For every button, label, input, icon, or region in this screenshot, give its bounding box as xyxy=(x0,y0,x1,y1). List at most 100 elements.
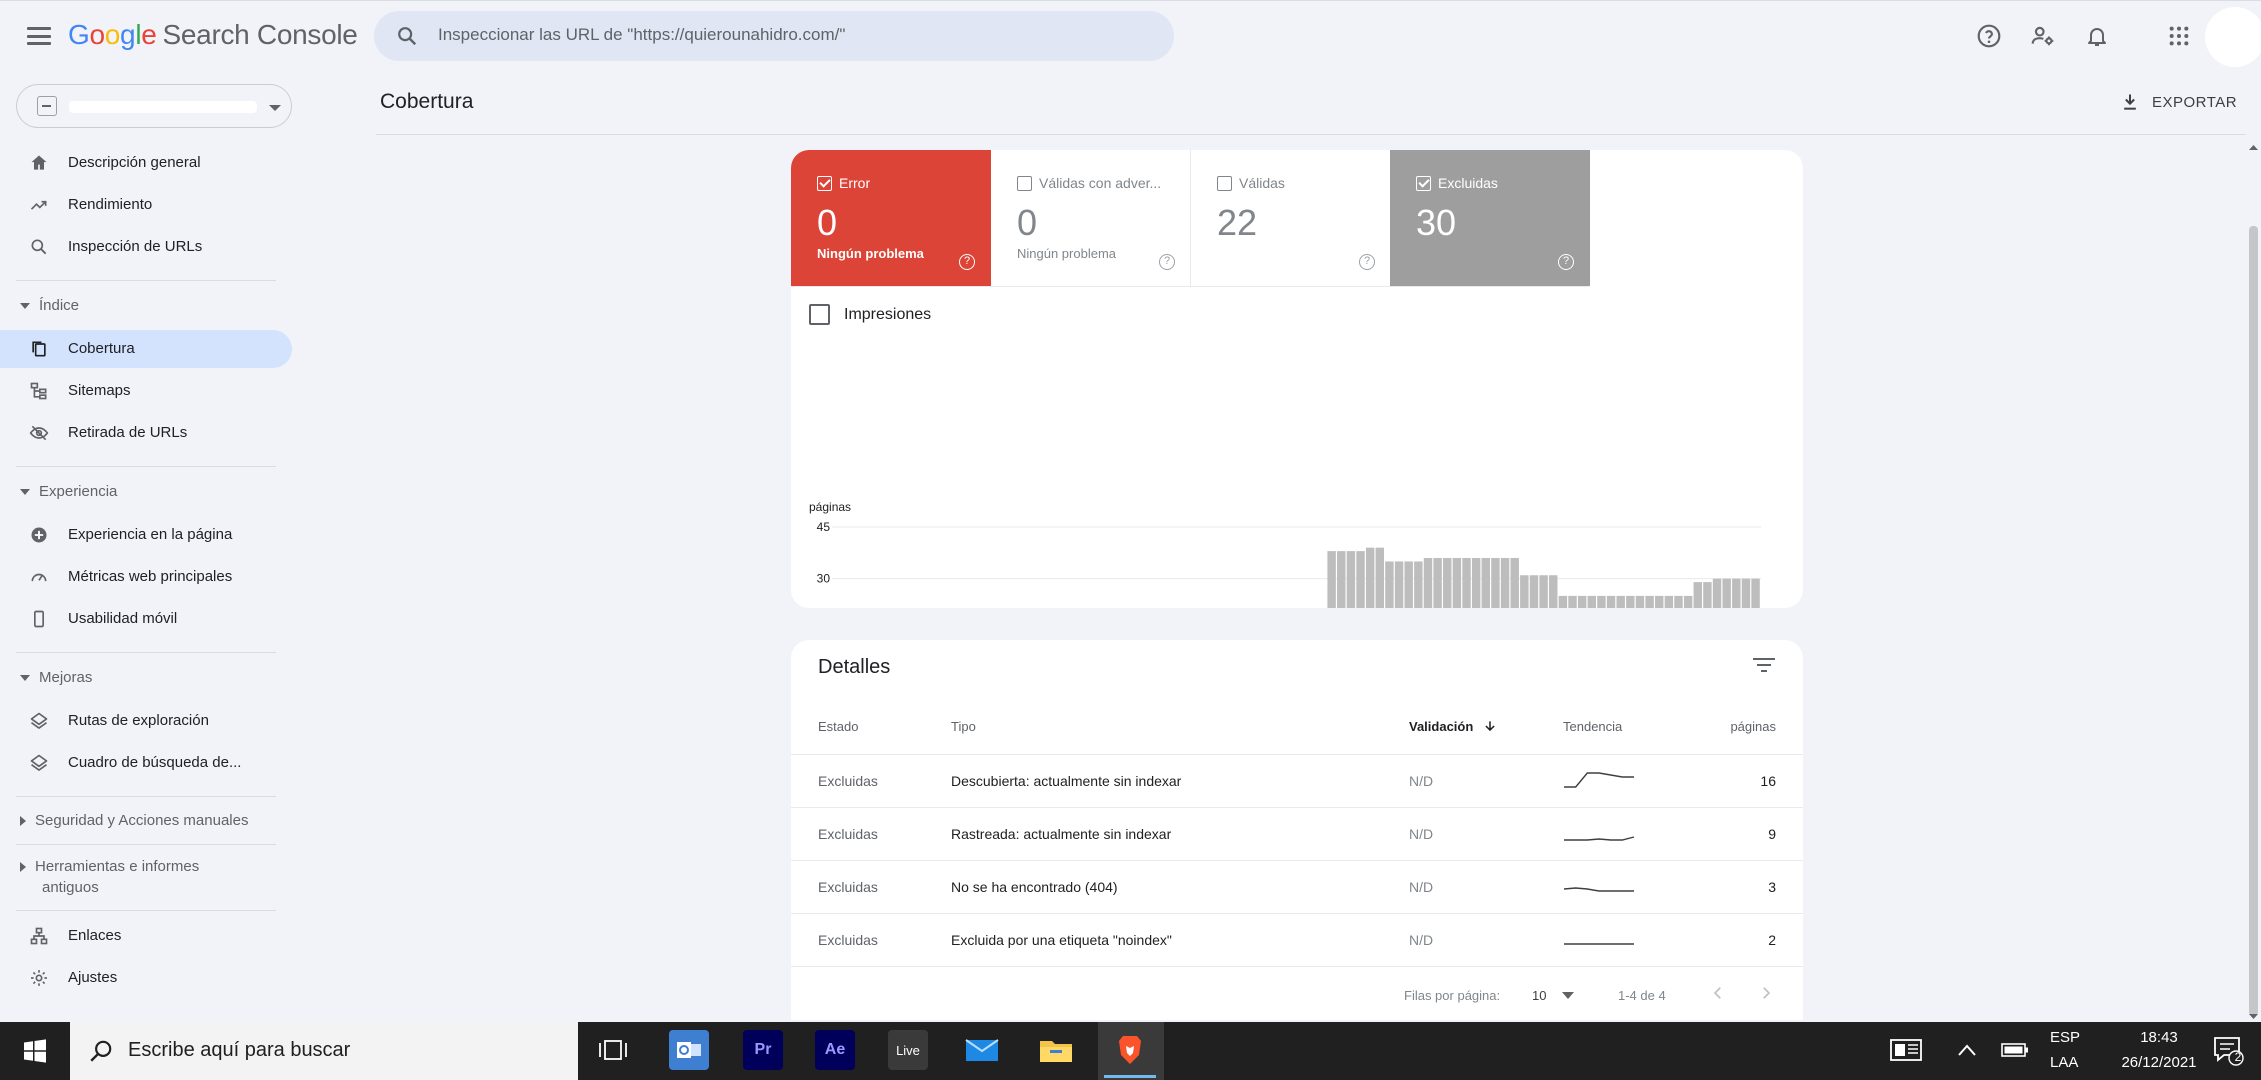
chart-bar[interactable] xyxy=(1510,558,1519,608)
chart-bar[interactable] xyxy=(1385,561,1394,608)
chart-bar[interactable] xyxy=(1751,578,1760,608)
chart-bar[interactable] xyxy=(1520,575,1529,608)
chart-bar[interactable] xyxy=(1443,558,1452,608)
error-checkbox[interactable] xyxy=(817,176,832,191)
table-row[interactable]: Excluidas No se ha encontrado (404) N/D … xyxy=(791,860,1803,913)
action-center-icon[interactable]: 2 xyxy=(2208,1030,2248,1070)
sidebar-item-sitelinks-searchbox[interactable]: Cuadro de búsqueda de... xyxy=(0,744,292,782)
chart-bar[interactable] xyxy=(1597,595,1606,608)
chart-bar[interactable] xyxy=(1722,578,1731,608)
file-explorer-icon[interactable] xyxy=(1036,1030,1076,1070)
column-header-validation[interactable]: Validación xyxy=(1409,719,1497,734)
chart-bar[interactable] xyxy=(1433,558,1442,608)
chevron-right-icon[interactable] xyxy=(1757,984,1775,1002)
chart-bar[interactable] xyxy=(1481,558,1491,608)
manage-users-icon[interactable] xyxy=(2026,19,2060,53)
export-button[interactable]: EXPORTAR xyxy=(2120,92,2237,112)
chart-bar[interactable] xyxy=(1606,595,1616,608)
column-header-trend[interactable]: Tendencia xyxy=(1563,719,1622,734)
premiere-pro-app-icon[interactable]: Pr xyxy=(743,1030,783,1070)
chart-bar[interactable] xyxy=(1337,551,1346,608)
chart-bar[interactable] xyxy=(1375,547,1385,608)
column-header-type[interactable]: Tipo xyxy=(951,719,976,734)
chart-bar[interactable] xyxy=(1703,582,1712,608)
chart-bar[interactable] xyxy=(1577,595,1587,608)
chart-bar[interactable] xyxy=(1529,575,1539,608)
chart-bar[interactable] xyxy=(1683,595,1693,608)
chart-bar[interactable] xyxy=(1404,561,1413,608)
chart-bar[interactable] xyxy=(1327,551,1336,608)
help-icon[interactable] xyxy=(1972,19,2006,53)
task-view-icon[interactable] xyxy=(593,1030,633,1070)
mail-app-icon[interactable] xyxy=(962,1030,1002,1070)
chevron-up-icon[interactable] xyxy=(1947,1030,1987,1070)
windows-start-button[interactable] xyxy=(0,1022,70,1080)
sidebar-item-core-web-vitals[interactable]: Métricas web principales xyxy=(0,558,292,596)
chart-bar[interactable] xyxy=(1712,578,1722,608)
tile-error[interactable]: Error 0 Ningún problema ? xyxy=(791,150,991,286)
outlook-app-icon[interactable] xyxy=(669,1030,709,1070)
ableton-live-app-icon[interactable]: Live xyxy=(888,1030,928,1070)
sidebar-item-breadcrumbs[interactable]: Rutas de exploración xyxy=(0,702,292,740)
brave-browser-icon[interactable] xyxy=(1104,1030,1156,1078)
chart-bar[interactable] xyxy=(1732,578,1741,608)
help-icon[interactable]: ? xyxy=(1159,254,1175,270)
sidebar-item-overview[interactable]: Descripción general xyxy=(0,144,292,182)
chart-bar[interactable] xyxy=(1741,578,1751,608)
sidebar-item-mobile-usability[interactable]: Usabilidad móvil xyxy=(0,600,292,638)
tile-valid-with-warnings[interactable]: Válidas con adver... 0 Ningún problema ? xyxy=(991,150,1191,286)
section-index[interactable]: Índice xyxy=(20,297,79,314)
chart-bar[interactable] xyxy=(1356,551,1365,608)
chart-bar[interactable] xyxy=(1645,595,1654,608)
battery-icon[interactable] xyxy=(1995,1030,2035,1070)
chart-bar[interactable] xyxy=(1539,575,1548,608)
chevron-left-icon[interactable] xyxy=(1709,984,1727,1002)
column-header-pages[interactable]: páginas xyxy=(1730,719,1776,734)
news-and-interests-icon[interactable] xyxy=(1886,1030,1926,1070)
help-icon[interactable]: ? xyxy=(959,254,975,270)
chart-bar[interactable] xyxy=(1452,558,1462,608)
impressions-toggle[interactable]: Impresiones xyxy=(809,304,931,325)
chart-bar[interactable] xyxy=(1549,575,1558,608)
sidebar-item-coverage[interactable]: Cobertura xyxy=(0,330,292,368)
chart-bar[interactable] xyxy=(1568,595,1577,608)
chart-bar[interactable] xyxy=(1394,561,1404,608)
clock-date[interactable]: 26/12/2021 xyxy=(2103,1054,2215,1071)
url-inspection-search[interactable]: Inspeccionar las URL de "https://quierou… xyxy=(374,11,1174,61)
filter-icon[interactable] xyxy=(1752,655,1776,675)
rows-per-page-select[interactable]: 10 xyxy=(1532,988,1575,1003)
warnings-checkbox[interactable] xyxy=(1017,176,1032,191)
chart-bar[interactable] xyxy=(1693,582,1702,608)
sidebar-item-performance[interactable]: Rendimiento xyxy=(0,186,292,224)
help-icon[interactable]: ? xyxy=(1558,254,1574,270)
excluded-checkbox[interactable] xyxy=(1416,176,1431,191)
clock-time[interactable]: 18:43 xyxy=(2121,1029,2197,1046)
chart-bar[interactable] xyxy=(1365,547,1375,608)
google-search-console-logo[interactable]: Google Search Console xyxy=(68,19,358,51)
chart-bar[interactable] xyxy=(1414,561,1423,608)
chart-bar[interactable] xyxy=(1471,558,1481,608)
chart-bar[interactable] xyxy=(1674,595,1683,608)
chart-bar[interactable] xyxy=(1635,595,1645,608)
table-row[interactable]: Excluidas Excluida por una etiqueta "noi… xyxy=(791,913,1803,966)
language-indicator-bottom[interactable]: LAA xyxy=(2050,1054,2078,1071)
scroll-down-arrow-icon[interactable] xyxy=(2246,1012,2261,1022)
chart-bar[interactable] xyxy=(1626,595,1635,608)
chart-bar[interactable] xyxy=(1664,595,1674,608)
section-experience[interactable]: Experiencia xyxy=(20,483,117,500)
property-selector[interactable] xyxy=(16,84,292,128)
sidebar-item-links[interactable]: Enlaces xyxy=(0,917,292,955)
scroll-up-arrow-icon[interactable] xyxy=(2246,142,2261,152)
account-avatar[interactable] xyxy=(2205,7,2261,67)
sidebar-item-removals[interactable]: Retirada de URLs xyxy=(0,414,292,452)
section-improvements[interactable]: Mejoras xyxy=(20,669,92,686)
chart-bar[interactable] xyxy=(1462,558,1471,608)
chart-bar[interactable] xyxy=(1616,595,1625,608)
language-indicator-top[interactable]: ESP xyxy=(2050,1029,2080,1046)
sidebar-item-url-inspection[interactable]: Inspección de URLs xyxy=(0,228,292,266)
chart-bar[interactable] xyxy=(1346,551,1356,608)
chart-bar[interactable] xyxy=(1423,558,1433,608)
sidebar-item-sitemaps[interactable]: Sitemaps xyxy=(0,372,292,410)
section-legacy-tools[interactable]: Herramientas e informes xyxy=(20,858,199,875)
column-header-status[interactable]: Estado xyxy=(818,719,858,734)
